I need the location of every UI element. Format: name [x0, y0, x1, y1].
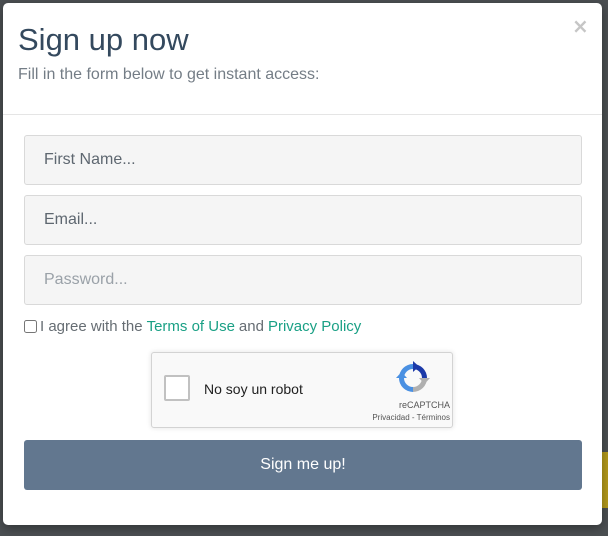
first-name-field[interactable] — [24, 135, 582, 185]
terms-link[interactable]: Terms of Use — [147, 318, 235, 335]
close-icon[interactable]: × — [572, 16, 589, 36]
recaptcha-checkbox[interactable] — [164, 375, 190, 401]
signup-submit-button[interactable]: Sign me up! — [24, 440, 582, 490]
modal-subtitle: Fill in the form below to get instant ac… — [18, 66, 320, 83]
signup-modal: Sign up now Fill in the form below to ge… — [3, 3, 602, 525]
recaptcha-links[interactable]: Privacidad - Términos — [342, 413, 450, 422]
modal-header: Sign up now Fill in the form below to ge… — [3, 3, 602, 115]
recaptcha-widget: No soy un robot reCAPTCHA Privacidad - T… — [151, 352, 453, 428]
agree-and-text: and — [238, 317, 264, 335]
recaptcha-label: No soy un robot — [204, 381, 303, 397]
agree-row: I agree with the Terms of Use and Privac… — [24, 315, 582, 337]
signup-form: I agree with the Terms of Use and Privac… — [3, 115, 602, 490]
recaptcha-brand: reCAPTCHA — [398, 400, 450, 410]
privacy-link[interactable]: Privacy Policy — [268, 318, 361, 335]
agree-checkbox[interactable] — [24, 319, 37, 333]
email-field[interactable] — [24, 195, 582, 245]
agree-prefix-text: I agree with the — [40, 317, 143, 335]
modal-title: Sign up now — [18, 22, 189, 57]
recaptcha-logo-icon — [396, 361, 430, 392]
password-field[interactable] — [24, 255, 582, 305]
